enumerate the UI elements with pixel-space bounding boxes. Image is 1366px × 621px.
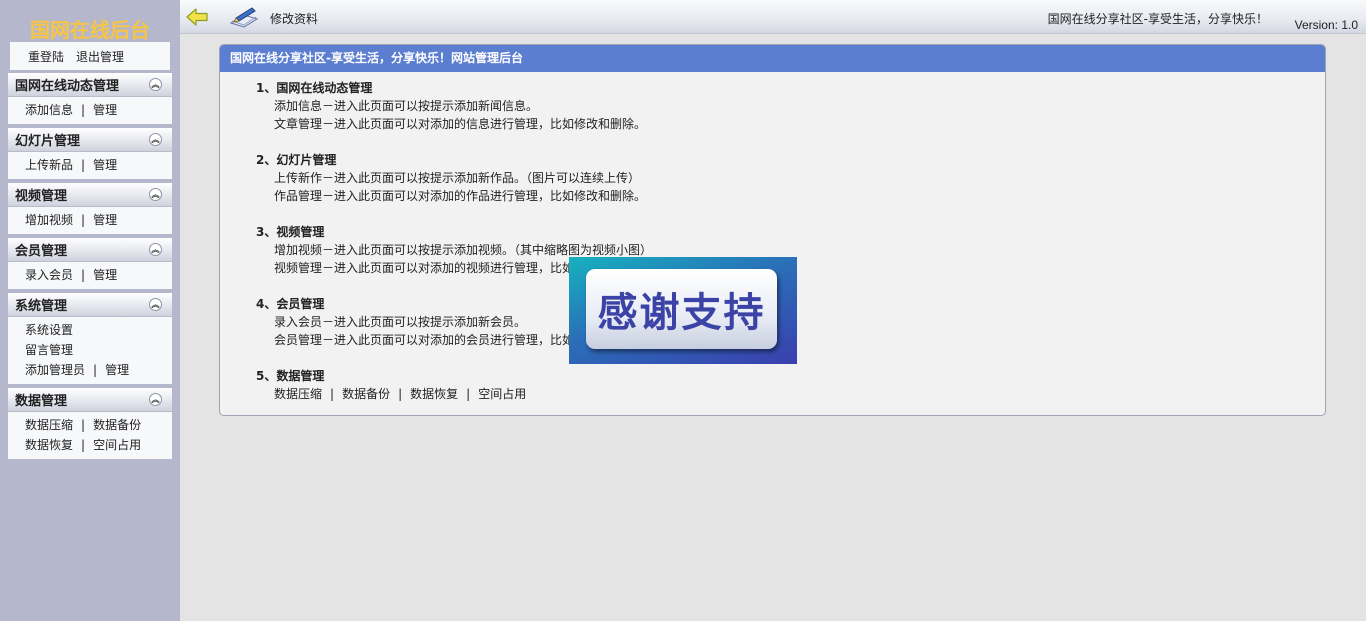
- section-slides: 2、幻灯片管理 上传新作－进入此页面可以按提示添加新作品。（图片可以连续上传） …: [256, 151, 1325, 205]
- menu-group-header[interactable]: 幻灯片管理 ︽: [8, 128, 172, 152]
- data-links-row: 数据压缩 | 数据备份 | 数据恢复 | 空间占用: [256, 385, 1325, 403]
- menu-row: 增加视频 | 管理: [25, 210, 172, 230]
- menu-link-upload-new[interactable]: 上传新品: [25, 158, 73, 172]
- menu-link-compress[interactable]: 数据压缩: [25, 418, 73, 432]
- section-title: 3、视频管理: [256, 225, 325, 239]
- menu-group-data: 数据管理 ︽ 数据压缩 | 数据备份 数据恢复 | 空间占用: [8, 388, 172, 459]
- link-separator: |: [81, 103, 86, 117]
- section-news: 1、国网在线动态管理 添加信息－进入此页面可以按提示添加新闻信息。 文章管理－进…: [256, 79, 1325, 133]
- menu-group-title: 视频管理: [15, 189, 68, 204]
- section-title: 1、国网在线动态管理: [256, 81, 373, 95]
- link-separator: |: [81, 438, 86, 452]
- link-separator: |: [398, 387, 403, 401]
- section-data: 5、数据管理 数据压缩 | 数据备份 | 数据恢复 | 空间占用: [256, 367, 1325, 403]
- menu-group-header[interactable]: 数据管理 ︽: [8, 388, 172, 412]
- section-line: 作品管理－进入此页面可以对添加的作品进行管理，比如修改和删除。: [274, 189, 647, 203]
- link-separator: |: [330, 387, 335, 401]
- page-name: 修改资料: [270, 12, 319, 26]
- link-separator: |: [466, 387, 471, 401]
- section-title: 5、数据管理: [256, 369, 325, 383]
- menu-group-system: 系统管理 ︽ 系统设置 留言管理 添加管理员 | 管理: [8, 293, 172, 384]
- site-title: 国网在线后台: [30, 18, 150, 42]
- menu-group-members: 会员管理 ︽ 录入会员 | 管理: [8, 238, 172, 289]
- menu-group-body: 数据压缩 | 数据备份 数据恢复 | 空间占用: [8, 412, 172, 459]
- sidebar: 国网在线后台 重登陆 退出管理 国网在线动态管理 ︽ 添加信息 | 管理 幻灯片管理…: [0, 0, 180, 621]
- collapse-up-icon[interactable]: ︽: [149, 78, 162, 91]
- menu-link-manage-video[interactable]: 管理: [93, 213, 117, 227]
- menu-group-body: 上传新品 | 管理: [8, 152, 172, 179]
- menu-row: 系统设置: [25, 320, 172, 340]
- menu-group-news: 国网在线动态管理 ︽ 添加信息 | 管理: [8, 73, 172, 124]
- menu-link-manage-slides[interactable]: 管理: [93, 158, 117, 172]
- menu-group-body: 添加信息 | 管理: [8, 97, 172, 124]
- thanks-overlay[interactable]: 感谢支持: [569, 257, 797, 364]
- menu-group-header[interactable]: 视频管理 ︽: [8, 183, 172, 207]
- link-separator: |: [81, 418, 86, 432]
- menu-link-system-settings[interactable]: 系统设置: [25, 323, 73, 337]
- menu-group-header[interactable]: 会员管理 ︽: [8, 238, 172, 262]
- relogin-link[interactable]: 重登陆: [28, 48, 64, 65]
- menu-group-video: 视频管理 ︽ 增加视频 | 管理: [8, 183, 172, 234]
- version-label: Version: 1.0: [1294, 18, 1358, 32]
- collapse-up-icon[interactable]: ︽: [149, 298, 162, 311]
- section-title: 2、幻灯片管理: [256, 153, 337, 167]
- menu-group-body: 录入会员 | 管理: [8, 262, 172, 289]
- menu-group-body: 系统设置 留言管理 添加管理员 | 管理: [8, 317, 172, 384]
- back-arrow-icon[interactable]: [186, 7, 208, 27]
- menu-row: 录入会员 | 管理: [25, 265, 172, 285]
- top-bar: 修改资料 国网在线分享社区-享受生活，分享快乐！ Version: 1.0: [180, 0, 1366, 34]
- menu-group-header[interactable]: 国网在线动态管理 ︽: [8, 73, 172, 97]
- menu-link-add-info[interactable]: 添加信息: [25, 103, 73, 117]
- menu-row: 添加管理员 | 管理: [25, 360, 172, 380]
- link-separator: |: [81, 158, 86, 172]
- thanks-badge: 感谢支持: [586, 269, 777, 349]
- menu-link-manage-admin[interactable]: 管理: [105, 363, 129, 377]
- menu-group-header[interactable]: 系统管理 ︽: [8, 293, 172, 317]
- collapse-up-icon[interactable]: ︽: [149, 393, 162, 406]
- menu-group-body: 增加视频 | 管理: [8, 207, 172, 234]
- menu-group-title: 系统管理: [15, 299, 68, 314]
- menu-link-space-usage[interactable]: 空间占用: [93, 438, 141, 452]
- link-separator: |: [81, 268, 86, 282]
- menu-group-title: 会员管理: [15, 244, 68, 259]
- menu-group-title: 幻灯片管理: [15, 134, 81, 149]
- collapse-up-icon[interactable]: ︽: [149, 188, 162, 201]
- menu-link-messages[interactable]: 留言管理: [25, 343, 73, 357]
- panel-header: 国网在线分享社区-享受生活，分享快乐！网站管理后台: [220, 45, 1325, 72]
- menu-link-add-video[interactable]: 增加视频: [25, 213, 73, 227]
- section-line: 文章管理－进入此页面可以对添加的信息进行管理，比如修改和删除。: [274, 117, 647, 131]
- menu-link-backup[interactable]: 数据备份: [93, 418, 141, 432]
- link-separator: |: [81, 213, 86, 227]
- logout-link[interactable]: 退出管理: [76, 48, 124, 65]
- menu-row: 数据压缩 | 数据备份: [25, 415, 172, 435]
- slogan: 国网在线分享社区-享受生活，分享快乐！: [1047, 12, 1268, 26]
- data-link-backup[interactable]: 数据备份: [342, 387, 390, 401]
- menu-group-title: 数据管理: [15, 394, 68, 409]
- collapse-up-icon[interactable]: ︽: [149, 133, 162, 146]
- menu-link-manage-info[interactable]: 管理: [93, 103, 117, 117]
- menu-link-add-member[interactable]: 录入会员: [25, 268, 73, 282]
- section-line: 添加信息－进入此页面可以按提示添加新闻信息。: [274, 99, 539, 113]
- menu-row: 留言管理: [25, 340, 172, 360]
- menu-row: 添加信息 | 管理: [25, 100, 172, 120]
- menu-row: 上传新品 | 管理: [25, 155, 172, 175]
- menu-row: 数据恢复 | 空间占用: [25, 435, 172, 455]
- data-link-compress[interactable]: 数据压缩: [274, 387, 322, 401]
- edit-pencil-icon: [229, 7, 259, 28]
- link-separator: |: [93, 363, 98, 377]
- data-link-space-usage[interactable]: 空间占用: [478, 387, 526, 401]
- menu-link-manage-members[interactable]: 管理: [93, 268, 117, 282]
- menu-link-restore[interactable]: 数据恢复: [25, 438, 73, 452]
- collapse-up-icon[interactable]: ︽: [149, 243, 162, 256]
- section-line: 上传新作－进入此页面可以按提示添加新作品。（图片可以连续上传）: [274, 171, 641, 185]
- menu-group-title: 国网在线动态管理: [15, 79, 120, 94]
- data-link-restore[interactable]: 数据恢复: [410, 387, 458, 401]
- menu-link-add-admin[interactable]: 添加管理员: [25, 363, 85, 377]
- menu-group-slides: 幻灯片管理 ︽ 上传新品 | 管理: [8, 128, 172, 179]
- thanks-text: 感谢支持: [597, 290, 766, 336]
- top-links: 重登陆 退出管理: [10, 42, 170, 70]
